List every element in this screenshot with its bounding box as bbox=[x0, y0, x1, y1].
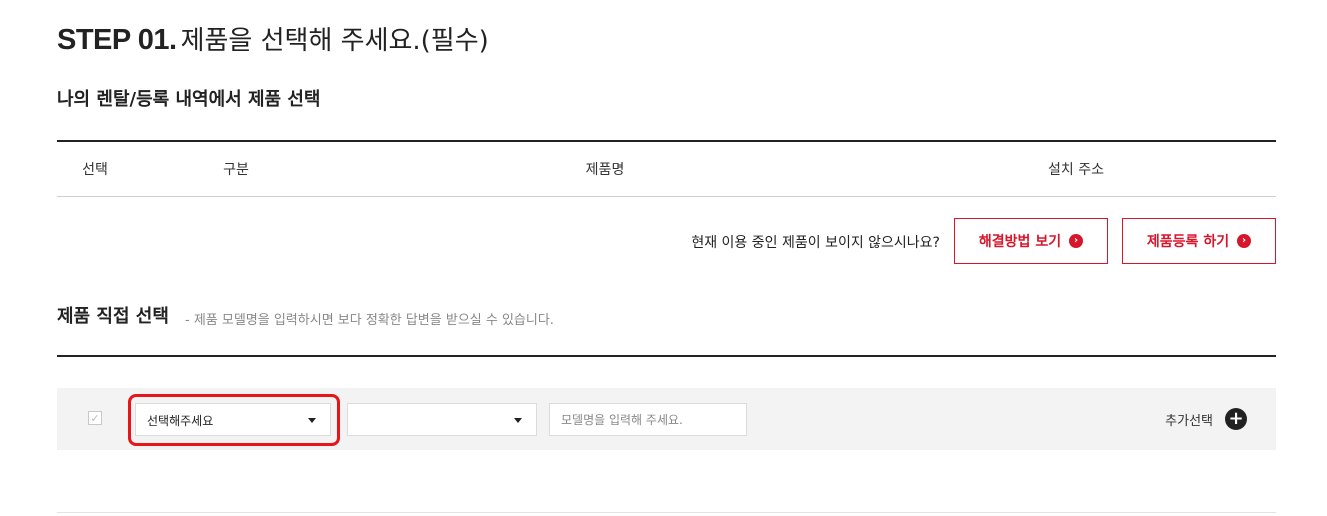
plus-circle-icon: + bbox=[1225, 408, 1247, 430]
rental-section-title: 나의 렌탈/등록 내역에서 제품 선택 bbox=[57, 89, 321, 110]
category-select[interactable]: 선택해주세요 bbox=[135, 403, 331, 436]
chevron-right-circle-icon: › bbox=[1237, 234, 1252, 248]
rental-table-header: 선택 구분 제품명 설치 주소 bbox=[57, 142, 1276, 197]
page: STEP 01. 제품을 선택해 주세요.(필수) 나의 렌탈/등록 내역에서 제… bbox=[0, 0, 1327, 516]
bottom-divider bbox=[57, 512, 1276, 513]
category-select-value: 선택해주세요 bbox=[147, 414, 214, 428]
view-solution-label: 해결방법 보기 bbox=[978, 234, 1062, 250]
column-header-product-name: 제품명 bbox=[585, 162, 625, 178]
step-text: 제품을 선택해 주세요.(필수) bbox=[180, 26, 489, 56]
column-header-select: 선택 bbox=[82, 162, 108, 178]
column-header-category: 구분 bbox=[223, 162, 249, 178]
add-select-label: 추가선택 bbox=[1165, 413, 1213, 429]
column-header-install-address: 설치 주소 bbox=[1048, 162, 1104, 178]
caret-down-icon bbox=[514, 418, 522, 423]
product-select-row: ✓ 선택해주세요 추가선택 + bbox=[57, 388, 1276, 450]
step-number: STEP 01. bbox=[57, 24, 177, 56]
subcategory-select[interactable] bbox=[347, 403, 537, 436]
caret-down-icon bbox=[308, 418, 316, 423]
row-checkbox[interactable]: ✓ bbox=[88, 411, 102, 425]
direct-select-divider bbox=[57, 355, 1276, 357]
chevron-right-circle-icon: › bbox=[1069, 234, 1084, 248]
step-title: STEP 01. 제품을 선택해 주세요.(필수) bbox=[57, 22, 489, 59]
model-name-input[interactable] bbox=[549, 403, 747, 436]
direct-select-title: 제품 직접 선택 bbox=[57, 306, 169, 327]
missing-product-notice-row: 현재 이용 중인 제품이 보이지 않으시나요? 해결방법 보기 › 제품등록 하… bbox=[57, 218, 1276, 266]
missing-product-notice: 현재 이용 중인 제품이 보이지 않으시나요? bbox=[691, 235, 940, 251]
add-select-button[interactable]: 추가선택 + bbox=[1165, 408, 1247, 430]
register-product-button[interactable]: 제품등록 하기 › bbox=[1122, 218, 1276, 264]
view-solution-button[interactable]: 해결방법 보기 › bbox=[954, 218, 1108, 264]
register-product-label: 제품등록 하기 bbox=[1146, 234, 1230, 250]
check-icon: ✓ bbox=[90, 412, 100, 425]
direct-select-subtitle: - 제품 모델명을 입력하시면 보다 정확한 답변을 받으실 수 있습니다. bbox=[185, 313, 554, 328]
